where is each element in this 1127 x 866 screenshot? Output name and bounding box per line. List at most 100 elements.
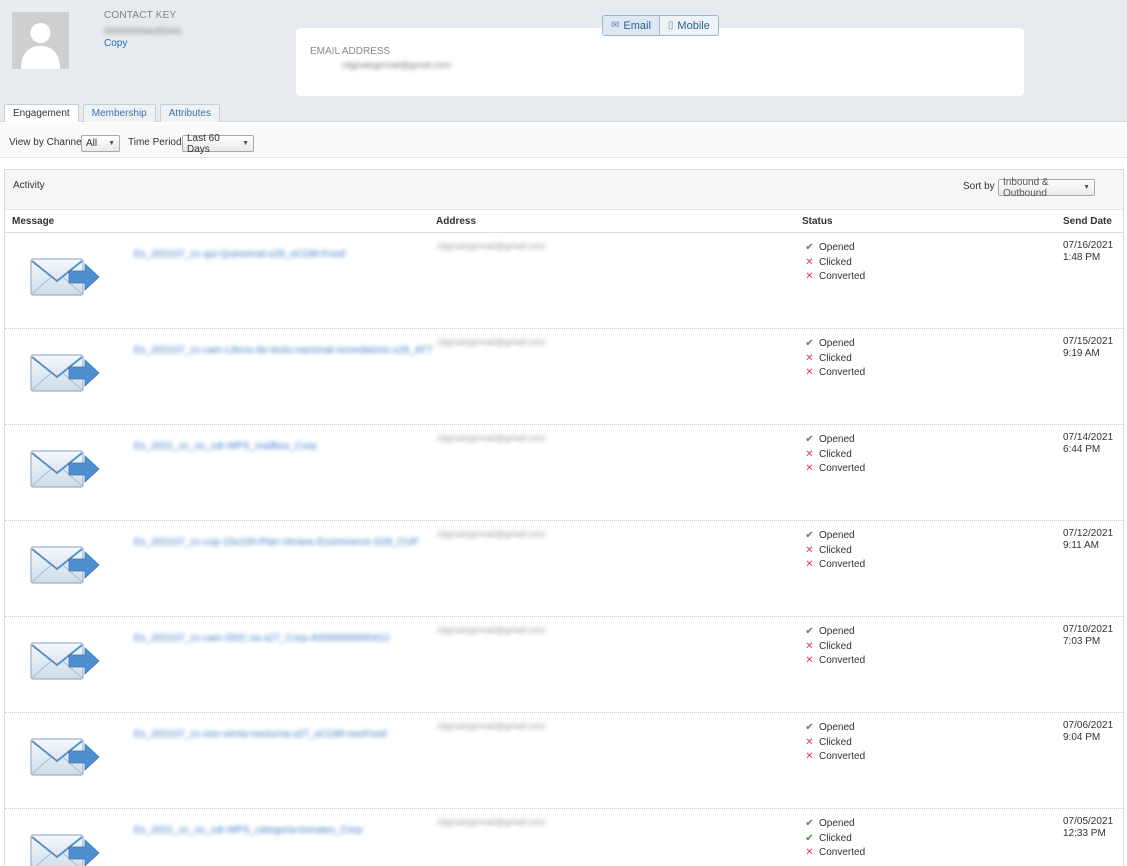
table-row: Es_202107_cc-cup-15x100-Plan-Verano-Ecom… bbox=[5, 521, 1123, 617]
channel-filter-dropdown[interactable]: All ▼ bbox=[81, 135, 120, 152]
email-envelope-icon bbox=[30, 546, 100, 584]
checkmark-icon: ✔ bbox=[805, 626, 814, 637]
status-clicked: ✔ Clicked bbox=[805, 832, 865, 847]
sort-dropdown[interactable]: Inbound & Outbound ▼ bbox=[998, 177, 1095, 199]
time-period-dropdown[interactable]: Last 60 Days ▼ bbox=[182, 132, 254, 155]
email-address-label: EMAIL ADDRESS bbox=[310, 46, 391, 57]
status-label: Clicked bbox=[819, 448, 852, 460]
send-date: 07/15/2021 9:19 AM bbox=[1063, 336, 1113, 360]
email-address-value: cliginalsgirmail@gmail.com bbox=[342, 60, 451, 70]
status-label: Clicked bbox=[819, 640, 852, 652]
message-link[interactable]: Es_202107_cc-cam-DDC-ss-s27_Corp-A000000… bbox=[134, 633, 390, 644]
x-mark-icon: ✕ bbox=[805, 463, 814, 474]
chevron-down-icon: ▼ bbox=[108, 140, 115, 147]
status-opened: ✔ Opened bbox=[805, 625, 865, 640]
email-envelope-icon bbox=[30, 642, 100, 680]
table-row: Es_202107_cc-qui-Quincenal-s28_eCOM-Food… bbox=[5, 233, 1123, 329]
tab-attributes[interactable]: Attributes bbox=[159, 104, 220, 122]
email-address-card: EMAIL ADDRESS cliginalsgirmail@gmail.com bbox=[296, 28, 1024, 96]
status-clicked: ✕ Clicked bbox=[805, 352, 865, 367]
x-mark-icon: ✕ bbox=[805, 271, 814, 282]
email-envelope-icon bbox=[30, 354, 100, 392]
status-converted: ✕ Converted bbox=[805, 654, 865, 669]
x-mark-icon: ✕ bbox=[805, 544, 814, 556]
x-mark-icon: ✕ bbox=[805, 559, 814, 570]
x-mark-icon: ✕ bbox=[805, 655, 814, 666]
contact-key-value: 00000000ae3f2d41 bbox=[104, 26, 182, 36]
send-date-time: 9:04 PM bbox=[1063, 732, 1101, 743]
address-text: cliginalsgirmail@gmail.com bbox=[437, 241, 546, 251]
status-converted: ✕ Converted bbox=[805, 558, 865, 573]
message-link[interactable]: Es_2021_cc_nc_cdr-MPS_mailbox_Corp bbox=[134, 441, 317, 452]
x-mark-icon: ✕ bbox=[805, 847, 814, 858]
status-list: ✔ Opened ✔ Clicked ✕ Converted bbox=[805, 817, 865, 861]
mobile-channel-button[interactable]: ▯ Mobile bbox=[658, 16, 718, 35]
column-header-status[interactable]: Status bbox=[802, 216, 833, 227]
activity-panel-header: Activity Sort by Inbound & Outbound ▼ bbox=[5, 170, 1123, 210]
envelope-icon: ✉ bbox=[611, 20, 620, 31]
status-clicked: ✕ Clicked bbox=[805, 736, 865, 751]
status-opened: ✔ Opened bbox=[805, 433, 865, 448]
status-label: Clicked bbox=[819, 832, 852, 844]
send-date: 07/10/2021 7:03 PM bbox=[1063, 624, 1113, 648]
time-period-value: Last 60 Days bbox=[187, 132, 220, 155]
status-label: Converted bbox=[819, 559, 866, 570]
tab-membership[interactable]: Membership bbox=[82, 104, 156, 122]
status-list: ✔ Opened ✕ Clicked ✕ Converted bbox=[805, 529, 865, 573]
time-period-label: Time Period bbox=[128, 137, 182, 148]
send-date-time: 12:33 PM bbox=[1063, 828, 1106, 839]
address-text: cliginalsgirmail@gmail.com bbox=[437, 337, 546, 347]
message-link[interactable]: Es_202107_cc-cup-15x100-Plan-Verano-Ecom… bbox=[134, 537, 419, 548]
message-link[interactable]: Es_202107_cc-oso-venta-nocturna-s27_eCOM… bbox=[134, 729, 386, 740]
checkmark-icon: ✔ bbox=[805, 530, 814, 541]
send-date-day: 07/05/2021 bbox=[1063, 816, 1114, 827]
send-date-day: 07/15/2021 bbox=[1063, 336, 1114, 347]
status-converted: ✕ Converted bbox=[805, 846, 865, 861]
email-envelope-icon bbox=[30, 450, 100, 488]
column-header-address[interactable]: Address bbox=[436, 216, 476, 227]
send-date-time: 1:48 PM bbox=[1063, 252, 1101, 263]
send-date-day: 07/06/2021 bbox=[1063, 720, 1114, 731]
status-label: Opened bbox=[819, 626, 855, 637]
x-mark-icon: ✕ bbox=[805, 736, 814, 748]
address-text: cliginalsgirmail@gmail.com bbox=[437, 529, 546, 539]
status-list: ✔ Opened ✕ Clicked ✕ Converted bbox=[805, 721, 865, 765]
column-header-message[interactable]: Message bbox=[12, 216, 54, 227]
status-label: Clicked bbox=[819, 736, 852, 748]
channel-filter-label: View by Channel bbox=[9, 137, 84, 148]
email-channel-button[interactable]: ✉ Email bbox=[603, 16, 659, 35]
contact-tabs: Engagement Membership Attributes bbox=[4, 104, 220, 122]
sort-label: Sort by bbox=[963, 181, 995, 192]
message-link[interactable]: Es_202107_cc-qui-Quincenal-s28_eCOM-Food bbox=[134, 249, 345, 260]
contact-key-label: CONTACT KEY bbox=[104, 10, 177, 21]
channel-toggle: ✉ Email ▯ Mobile bbox=[602, 15, 719, 36]
status-opened: ✔ Opened bbox=[805, 721, 865, 736]
chevron-down-icon: ▼ bbox=[242, 140, 249, 147]
mobile-channel-label: Mobile bbox=[677, 19, 710, 32]
x-mark-icon: ✕ bbox=[805, 352, 814, 364]
table-row: Es_202107_cc-cam-Libros-de-texto-naciona… bbox=[5, 329, 1123, 425]
activity-title: Activity bbox=[13, 180, 45, 191]
activity-panel: Activity Sort by Inbound & Outbound ▼ Me… bbox=[4, 169, 1124, 866]
table-row: Es_202107_cc-oso-venta-nocturna-s27_eCOM… bbox=[5, 713, 1123, 809]
filter-bar: View by Channel All ▼ Time Period Last 6… bbox=[0, 123, 1127, 158]
email-envelope-icon bbox=[30, 738, 100, 776]
status-label: Clicked bbox=[819, 544, 852, 556]
copy-link[interactable]: Copy bbox=[104, 38, 127, 49]
message-link[interactable]: Es_202107_cc-cam-Libros-de-texto-naciona… bbox=[134, 345, 433, 356]
column-header-send-date[interactable]: Send Date bbox=[1063, 216, 1112, 227]
message-link[interactable]: Es_2021_cc_nc_cdr-MPS_categoria-tomates_… bbox=[134, 825, 362, 836]
tab-engagement[interactable]: Engagement bbox=[4, 104, 79, 122]
address-text: cliginalsgirmail@gmail.com bbox=[437, 817, 546, 827]
x-mark-icon: ✕ bbox=[805, 448, 814, 460]
send-date: 07/16/2021 1:48 PM bbox=[1063, 240, 1113, 264]
status-label: Converted bbox=[819, 271, 866, 282]
checkmark-icon: ✔ bbox=[805, 242, 814, 253]
address-text: cliginalsgirmail@gmail.com bbox=[437, 625, 546, 635]
status-label: Opened bbox=[819, 434, 855, 445]
status-label: Converted bbox=[819, 751, 866, 762]
send-date-day: 07/14/2021 bbox=[1063, 432, 1114, 443]
email-envelope-icon bbox=[30, 834, 100, 866]
send-date-day: 07/10/2021 bbox=[1063, 624, 1114, 635]
status-label: Opened bbox=[819, 818, 855, 829]
